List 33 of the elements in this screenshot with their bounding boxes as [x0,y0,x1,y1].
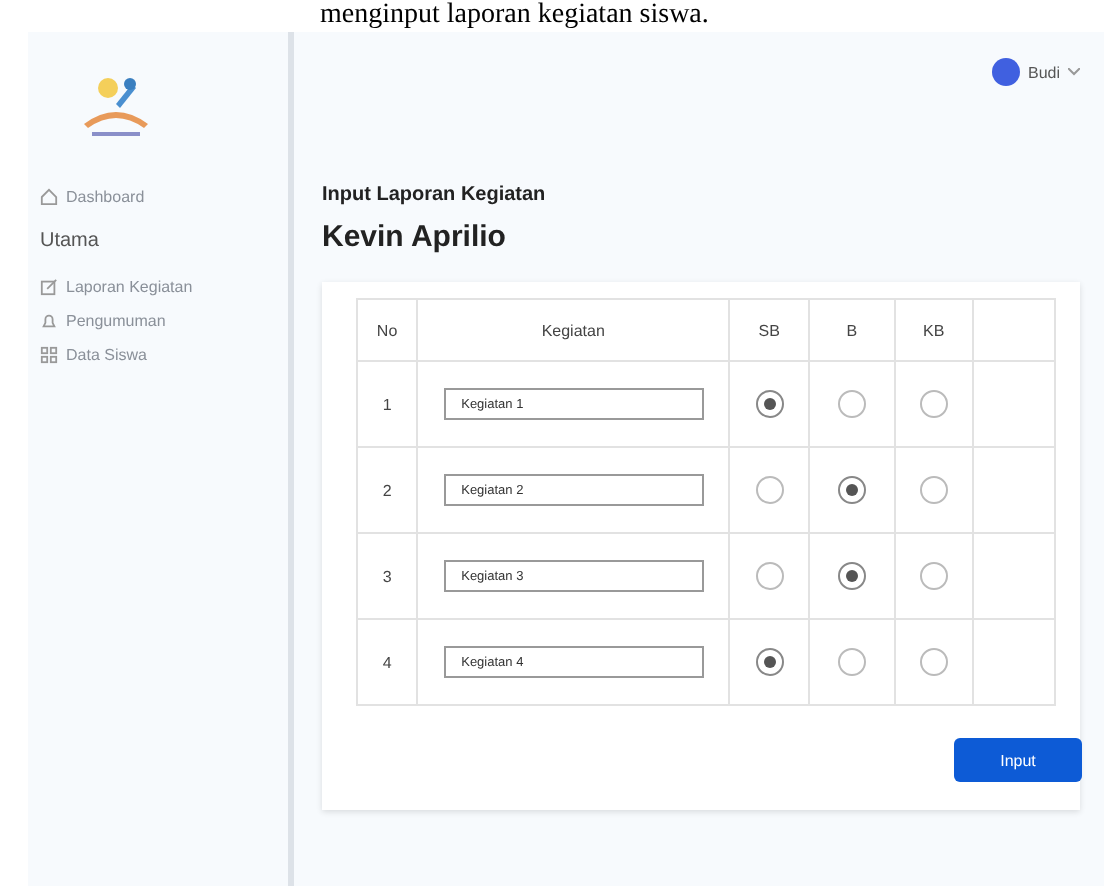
radio-button[interactable] [919,648,948,676]
grid-icon [40,346,58,364]
radio-button[interactable] [837,648,866,676]
sidebar-heading: Utama [40,230,101,252]
radio-button[interactable] [755,562,784,590]
table-cell: 3 [357,533,418,619]
caption-text: menginput laporan kegiatan siswa. [320,0,709,32]
user-avatar[interactable] [991,58,1020,86]
bell-icon [40,312,58,330]
home-icon [40,188,58,206]
radio-button[interactable] [755,648,784,676]
radio-button[interactable] [837,390,866,418]
radio-button[interactable] [919,562,948,590]
radio-button[interactable] [919,390,948,418]
student-name: Kevin Aprilio [322,220,508,254]
column-header: No [357,299,418,361]
column-header: Kegiatan [417,299,730,361]
radio-button[interactable] [837,476,866,504]
radio-button[interactable] [755,390,784,418]
radio-button[interactable] [919,476,948,504]
column-header: B [809,299,895,361]
user-name[interactable]: Budi [1027,63,1060,81]
column-header: SB [729,299,810,361]
page-title: Input Laporan Kegiatan [322,184,548,206]
radio-button[interactable] [837,562,866,590]
edit-icon [40,278,58,296]
table-cell: 1 [357,361,418,447]
radio-button[interactable] [755,476,784,504]
table-cell: 2 [357,447,418,533]
table-cell: 4 [357,619,418,705]
caret-icon[interactable] [1068,68,1080,76]
column-header: KB [894,299,973,361]
input-button[interactable]: Input [954,738,1082,782]
